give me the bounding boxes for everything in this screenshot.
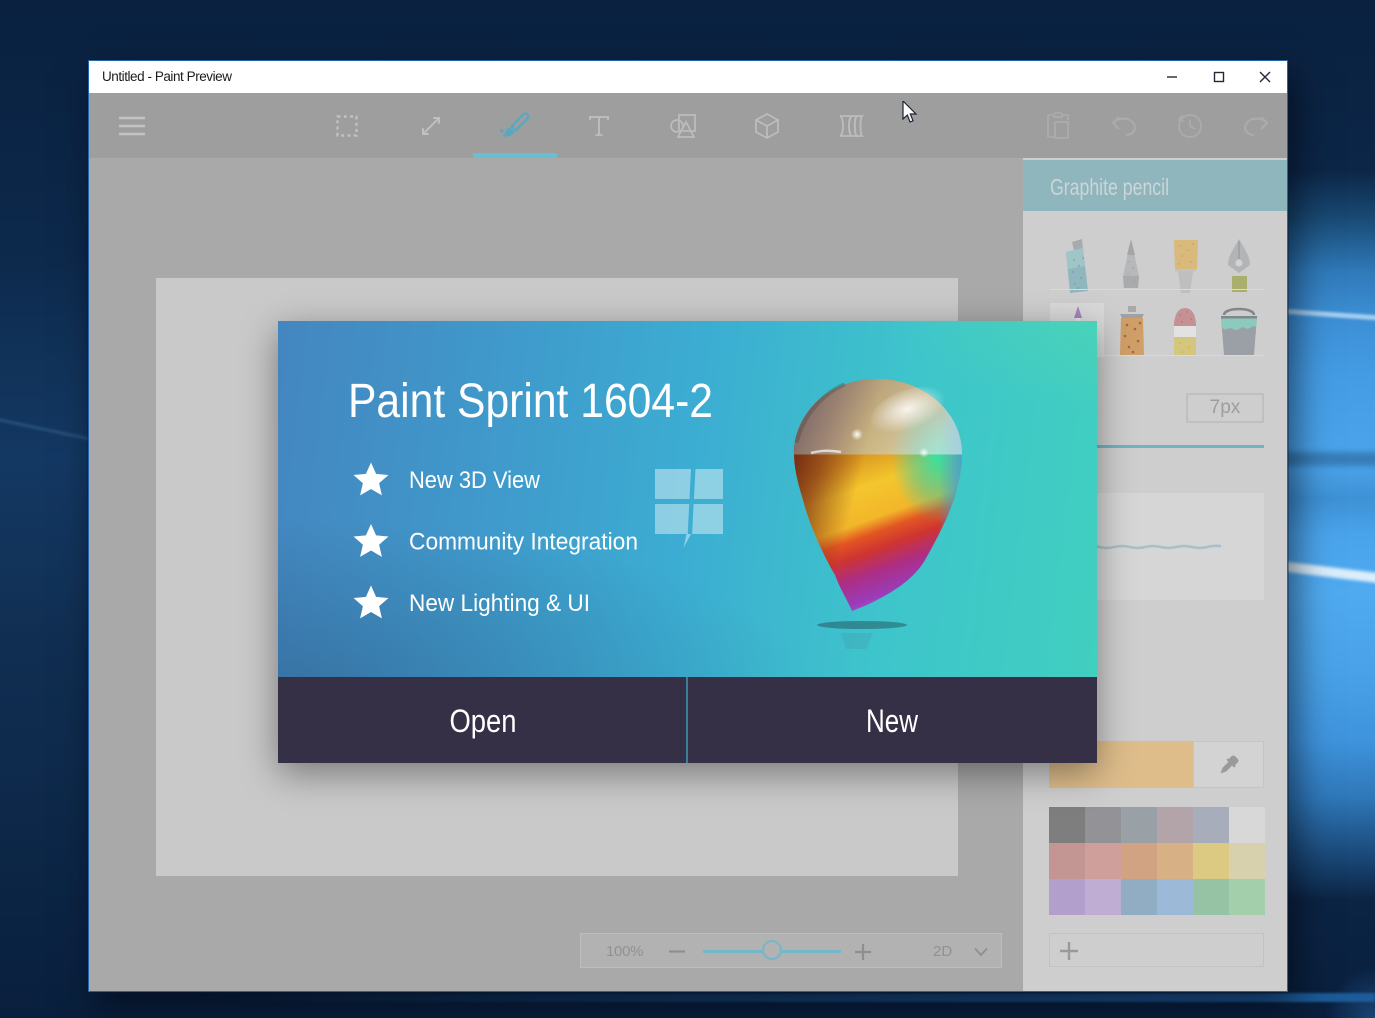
svg-text:New 3D View: New 3D View bbox=[409, 467, 541, 494]
svg-text:Open: Open bbox=[450, 703, 517, 739]
svg-text:New: New bbox=[866, 703, 919, 739]
svg-text:Community Integration: Community Integration bbox=[409, 529, 638, 556]
svg-text:Paint Sprint 1604-2: Paint Sprint 1604-2 bbox=[348, 375, 713, 428]
svg-text:New Lighting & UI: New Lighting & UI bbox=[409, 590, 590, 617]
svg-text:Graphite pencil: Graphite pencil bbox=[1050, 174, 1169, 200]
